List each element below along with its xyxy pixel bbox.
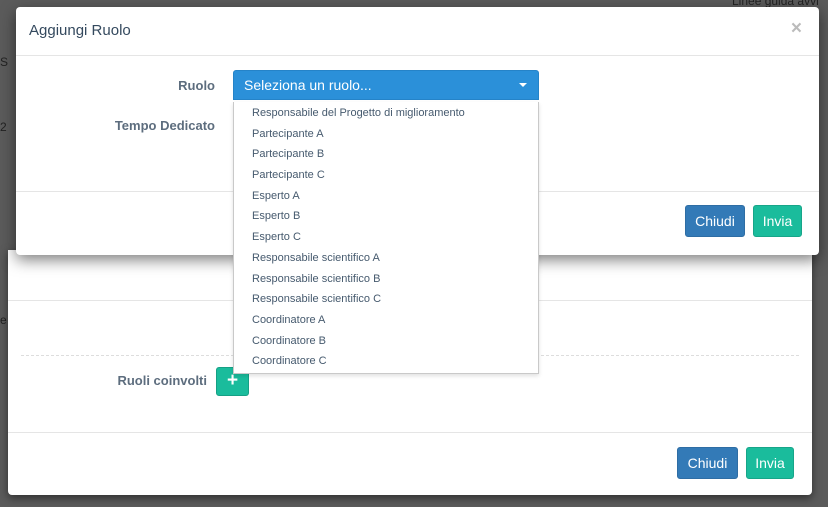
close-icon[interactable]: ×: [791, 19, 802, 38]
select-placeholder: Seleziona un ruolo...: [244, 77, 372, 93]
dropdown-option[interactable]: Esperto B: [234, 206, 538, 227]
background-fragment: 2: [0, 120, 7, 134]
modal-footer-divider: [8, 432, 812, 433]
dropdown-option[interactable]: Esperto C: [234, 227, 538, 248]
background-fragment: S: [0, 55, 9, 69]
dropdown-option[interactable]: Responsabile scientifico A: [234, 248, 538, 269]
background-fragment: e: [0, 313, 7, 327]
dropdown-option[interactable]: Coordinatore A: [234, 310, 538, 331]
dropdown-option[interactable]: Responsabile scientifico B: [234, 269, 538, 290]
roles-involved-label: Ruoli coinvolti: [117, 373, 207, 388]
dropdown-option[interactable]: Coordinatore B: [234, 331, 538, 352]
parent-close-button[interactable]: Chiudi: [677, 447, 738, 479]
submit-button[interactable]: Invia: [753, 205, 802, 237]
time-dedicated-label: Tempo Dedicato: [114, 118, 215, 133]
role-select[interactable]: Seleziona un ruolo...: [233, 70, 539, 100]
dropdown-option[interactable]: Responsabile del Progetto di miglioramen…: [234, 103, 538, 124]
dropdown-option[interactable]: Partecipante C: [234, 165, 538, 186]
dropdown-option[interactable]: Partecipante B: [234, 144, 538, 165]
chevron-down-icon: [519, 83, 527, 87]
modal-header-divider: [16, 55, 819, 56]
dropdown-option[interactable]: Esperto A: [234, 186, 538, 207]
close-button[interactable]: Chiudi: [685, 205, 745, 237]
dropdown-option[interactable]: Partecipante A: [234, 124, 538, 145]
dropdown-option[interactable]: Coordinatore C: [234, 351, 538, 372]
role-label: Ruolo: [178, 78, 215, 93]
parent-submit-button[interactable]: Invia: [746, 447, 794, 479]
modal-title: Aggiungi Ruolo: [29, 22, 131, 39]
role-dropdown-list: Responsabile del Progetto di miglioramen…: [233, 102, 539, 374]
dropdown-option[interactable]: Responsabile scientifico C: [234, 289, 538, 310]
